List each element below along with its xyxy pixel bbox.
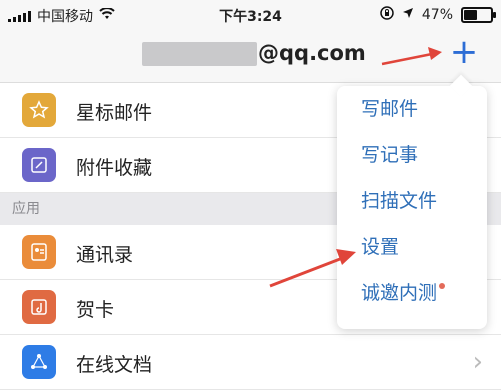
arrow-to-settings-item	[269, 249, 356, 288]
arrow-to-plus-icon	[381, 47, 442, 66]
annotation-arrows	[269, 47, 442, 288]
